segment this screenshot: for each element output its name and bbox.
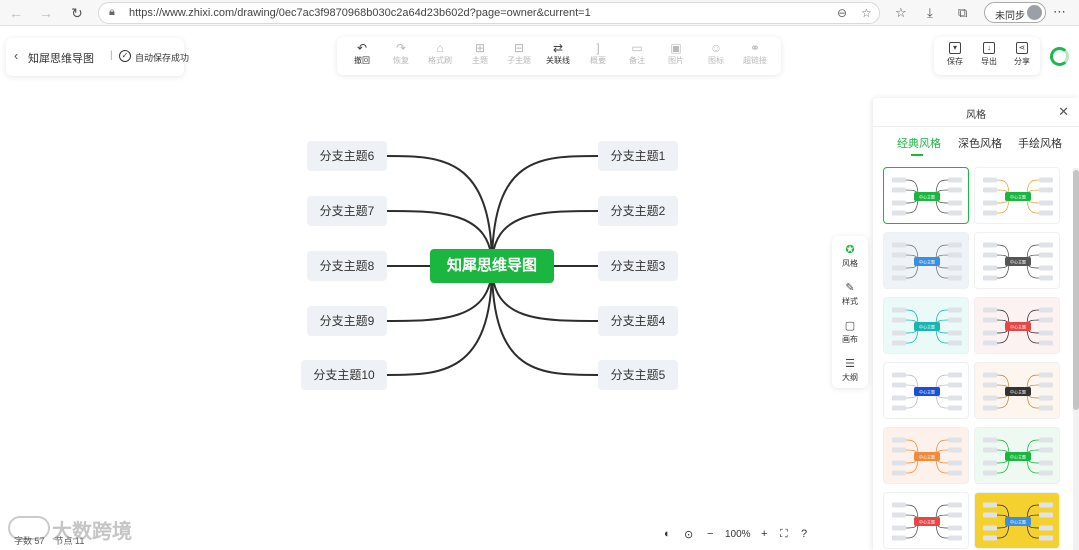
thumbnail-center-label: 中心主题 [1010,259,1026,265]
mindmap-branch-topic[interactable]: 分支主题6 [307,141,387,171]
thumbnail-preview: 中心主题 [983,372,1053,411]
thumbnail-preview: 中心主题 [983,437,1053,476]
fit-screen-icon[interactable]: ⛶ [780,528,788,541]
side-tab-label: 样式 [842,297,858,306]
zoom-in-button[interactable]: + [761,528,767,540]
side-tab-label: 大纲 [842,373,858,382]
style-thumbnail[interactable]: 中心主题 [883,427,969,484]
export-icon: ↓ [983,42,995,54]
help-icon[interactable]: ? [801,528,807,540]
watermark-text: 大数跨境 [52,521,132,543]
share-button[interactable]: ⋖ 分享 [1007,41,1037,71]
thumbnail-center-label: 中心主题 [1010,194,1026,200]
export-label: 导出 [981,57,997,66]
file-actions: ▾ 保存 ↓ 导出 ⋖ 分享 [934,37,1040,75]
export-button[interactable]: ↓ 导出 [974,41,1004,71]
style-tab[interactable]: 深色风格 [958,135,1002,151]
thumbnail-center-label: 中心主题 [919,454,935,460]
zhixi-logo-icon[interactable] [1050,47,1069,66]
zoom-out-button[interactable]: − [707,528,713,540]
mindmap-branch-topic[interactable]: 分支主题2 [598,196,678,226]
collections-icon[interactable]: ⧉ [958,5,967,21]
style-tab[interactable]: 手绘风格 [1018,135,1062,151]
mindmap-branch-topic[interactable]: 分支主题4 [598,306,678,336]
theme-toggle-icon[interactable]: ◐ [664,528,671,540]
style-thumbnail[interactable]: 中心主题 [883,297,969,354]
side-tab-palette[interactable]: ✪ 风格 [832,244,868,269]
save-label: 保存 [947,57,963,66]
thumbnail-center-label: 中心主题 [1010,324,1026,330]
mindmap-branch-topic[interactable]: 分支主题1 [598,141,678,171]
thumbnail-preview: 中心主题 [983,502,1053,541]
outline-icon: ☰ [845,358,855,370]
thumbnail-preview: 中心主题 [892,502,962,541]
thumbnail-center-label: 中心主题 [919,519,935,525]
mindmap-branch-topic[interactable]: 分支主题3 [598,251,678,281]
active-tab-indicator [911,154,923,156]
mindmap-center-topic[interactable]: 知犀思维导图 [430,249,554,283]
thumbnail-preview: 中心主题 [892,307,962,346]
save-icon: ▾ [949,42,961,54]
mindmap-branch-topic[interactable]: 分支主题8 [307,251,387,281]
style-icon: ✎ [845,282,855,294]
style-thumbnail[interactable]: 中心主题 [883,232,969,289]
more-menu-icon[interactable]: ⋯ [1053,4,1066,20]
panel-scroll-thumb[interactable] [1073,170,1079,410]
side-tab-label: 风格 [842,259,858,268]
side-tab-style[interactable]: ✎ 样式 [832,282,868,307]
thumbnail-center-label: 中心主题 [1010,389,1026,395]
palette-icon: ✪ [845,244,855,256]
download-icon[interactable]: ⤓ [927,5,933,21]
style-thumbnail[interactable]: 中心主题 [883,362,969,419]
style-thumbnail[interactable]: 中心主题 [974,167,1060,224]
save-button[interactable]: ▾ 保存 [940,41,970,71]
thumbnail-preview: 中心主题 [892,437,962,476]
locate-icon[interactable]: ⊙ [684,528,693,541]
style-thumbnail[interactable]: 中心主题 [974,492,1060,549]
mindmap-branch-topic[interactable]: 分支主题5 [598,360,678,390]
side-tab-canvas[interactable]: ▢ 画布 [832,320,868,345]
profile-sync-button[interactable]: 未同步 [984,2,1046,23]
panel-title: 风格 [966,110,986,121]
style-thumbnail[interactable]: 中心主题 [974,297,1060,354]
style-tab[interactable]: 经典风格 [897,135,941,151]
avatar [1027,5,1042,20]
thumbnail-center-label: 中心主题 [919,324,935,330]
thumbnail-preview: 中心主题 [892,242,962,281]
thumbnail-preview: 中心主题 [983,242,1053,281]
sync-label: 未同步 [995,11,1025,22]
style-thumbnail[interactable]: 中心主题 [883,492,969,549]
word-count: 字数 57 [14,536,45,546]
mindmap-branch-topic[interactable]: 分支主题7 [307,196,387,226]
thumbnail-preview: 中心主题 [892,372,962,411]
style-thumbnail[interactable]: 中心主题 [974,427,1060,484]
share-icon: ⋖ [1016,42,1028,54]
canvas-icon: ▢ [844,320,856,332]
side-panel-tabs: ✪ 风格 ✎ 样式 ▢ 画布 ☰ 大纲 [832,236,868,388]
thumbnail-preview: 中心主题 [983,177,1053,216]
mindmap-branch-topic[interactable]: 分支主题10 [301,360,387,390]
share-label: 分享 [1014,57,1030,66]
thumbnail-center-label: 中心主题 [919,194,935,200]
favorites-icon[interactable]: ☆ [895,5,907,21]
style-thumbnail[interactable]: 中心主题 [974,232,1060,289]
panel-divider [873,126,1079,127]
close-icon[interactable]: ✕ [1058,104,1069,120]
side-tab-outline[interactable]: ☰ 大纲 [832,358,868,383]
thumbnail-center-label: 中心主题 [1010,519,1026,525]
style-panel: 风格 ✕ 经典风格 深色风格 手绘风格 中心主题 中心主题 中心主题 中心主题 中心主题 中心… [873,98,1079,550]
zoom-level: 100% [725,529,751,540]
mindmap-branch-topic[interactable]: 分支主题9 [307,306,387,336]
style-thumbnail[interactable]: 中心主题 [974,362,1060,419]
thumbnail-center-label: 中心主题 [1010,454,1026,460]
thumbnail-preview: 中心主题 [892,177,962,216]
thumbnail-center-label: 中心主题 [919,259,935,265]
side-tab-label: 画布 [842,335,858,344]
thumbnail-center-label: 中心主题 [919,389,935,395]
style-thumbnail[interactable]: 中心主题 [883,167,969,224]
thumbnail-preview: 中心主题 [983,307,1053,346]
